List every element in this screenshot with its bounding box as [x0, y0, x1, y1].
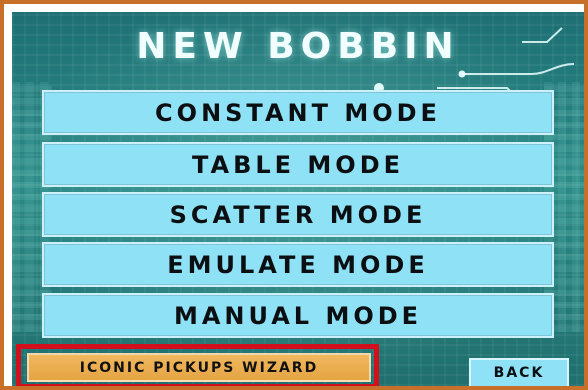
iconic-pickups-wizard-button[interactable]: ICONIC PICKUPS WIZARD [27, 353, 371, 382]
page-title: NEW BOBBIN [136, 26, 460, 67]
table-mode-button[interactable]: TABLE MODE [42, 142, 554, 187]
manual-mode-button[interactable]: MANUAL MODE [42, 293, 554, 338]
emulate-mode-button[interactable]: EMULATE MODE [42, 242, 554, 287]
back-button[interactable]: BACK [469, 358, 569, 386]
display-screen: NEW BOBBIN CONSTANT MODE TABLE MODE SCAT… [12, 12, 584, 386]
screen-frame: NEW BOBBIN CONSTANT MODE TABLE MODE SCAT… [0, 0, 588, 390]
scatter-mode-button[interactable]: SCATTER MODE [42, 192, 554, 237]
constant-mode-button[interactable]: CONSTANT MODE [42, 90, 554, 135]
